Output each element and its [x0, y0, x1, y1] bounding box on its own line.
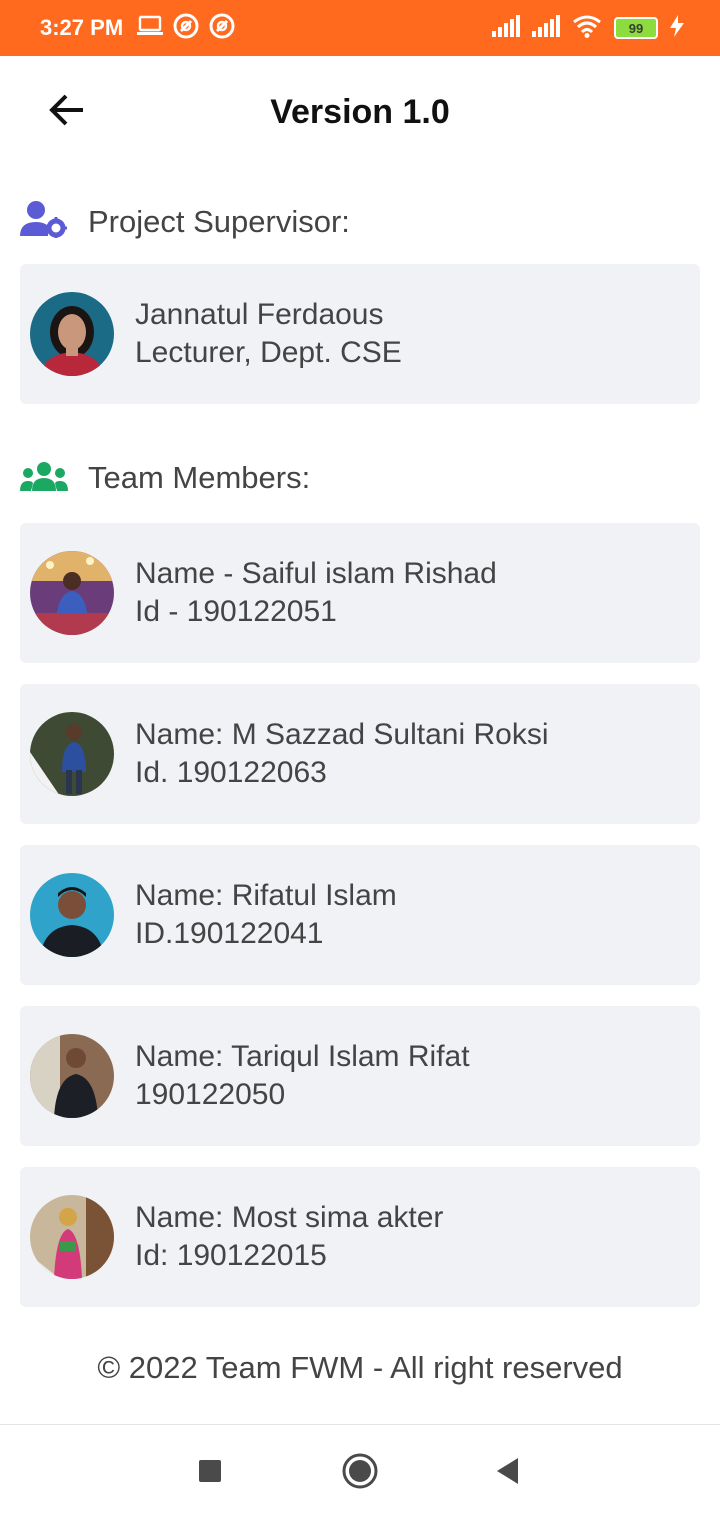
signal-icon — [492, 14, 520, 42]
battery-icon: 99 — [614, 17, 658, 39]
laptop-icon — [137, 15, 164, 42]
supervisor-heading: Project Supervisor: — [20, 200, 350, 243]
member-id: ID.190122041 — [135, 917, 324, 950]
member-card[interactable]: Name - Saiful islam Rishad Id - 19012205… — [20, 523, 700, 663]
supervisor-card[interactable]: Jannatul Ferdaous Lecturer, Dept. CSE — [20, 264, 700, 404]
member-name: Name: Most sima akter — [135, 1201, 444, 1234]
status-bar: 3:27 PM 99 — [0, 0, 720, 56]
home-circle-icon — [341, 1452, 379, 1495]
users-icon — [20, 461, 68, 496]
supervisor-heading-label: Project Supervisor: — [88, 203, 350, 239]
at-sign-icon — [173, 13, 199, 44]
member-card[interactable]: Name: Most sima akter Id: 190122015 — [20, 1167, 700, 1307]
team-heading-label: Team Members: — [88, 460, 311, 495]
copyright-footer: © 2022 Team FWM - All right reserved — [97, 1350, 623, 1385]
home-button[interactable] — [336, 1449, 384, 1497]
user-cog-icon — [20, 200, 68, 243]
back-triangle-icon — [496, 1457, 520, 1490]
page-title: Version 1.0 — [270, 92, 450, 131]
wifi-icon — [572, 14, 602, 43]
app-bar: Version 1.0 — [0, 56, 720, 168]
recents-square-icon — [198, 1459, 222, 1488]
avatar — [30, 712, 114, 796]
member-card[interactable]: Name: M Sazzad Sultani Roksi Id. 1901220… — [20, 684, 700, 824]
member-id: Id: 190122015 — [135, 1239, 327, 1272]
avatar — [30, 1195, 114, 1279]
member-id: Id. 190122063 — [135, 756, 327, 789]
nav-back-button[interactable] — [486, 1449, 530, 1497]
at-sign-icon — [209, 13, 235, 44]
signal-icon — [532, 14, 560, 42]
member-card[interactable]: Name: Tariqul Islam Rifat 190122050 — [20, 1006, 700, 1146]
member-name: Name: M Sazzad Sultani Roksi — [135, 718, 549, 751]
avatar — [30, 292, 114, 376]
member-card[interactable]: Name: Rifatul Islam ID.190122041 — [20, 845, 700, 985]
member-name: Name: Rifatul Islam — [135, 879, 397, 912]
system-nav-bar — [0, 1424, 720, 1520]
back-button[interactable] — [40, 86, 92, 138]
avatar — [30, 1034, 114, 1118]
member-id: Id - 190122051 — [135, 595, 337, 628]
status-time: 3:27 PM — [40, 15, 124, 40]
member-name: Name - Saiful islam Rishad — [135, 557, 497, 590]
member-name: Name: Tariqul Islam Rifat — [135, 1040, 470, 1073]
supervisor-title: Lecturer, Dept. CSE — [135, 336, 402, 369]
avatar — [30, 551, 114, 635]
charging-icon — [670, 14, 684, 42]
supervisor-name: Jannatul Ferdaous — [135, 298, 384, 331]
team-heading: Team Members: — [20, 460, 310, 496]
member-id: 190122050 — [135, 1078, 286, 1111]
avatar — [30, 873, 114, 957]
battery-level: 99 — [628, 20, 644, 36]
recents-button[interactable] — [188, 1449, 232, 1497]
arrow-back-icon — [48, 94, 84, 131]
